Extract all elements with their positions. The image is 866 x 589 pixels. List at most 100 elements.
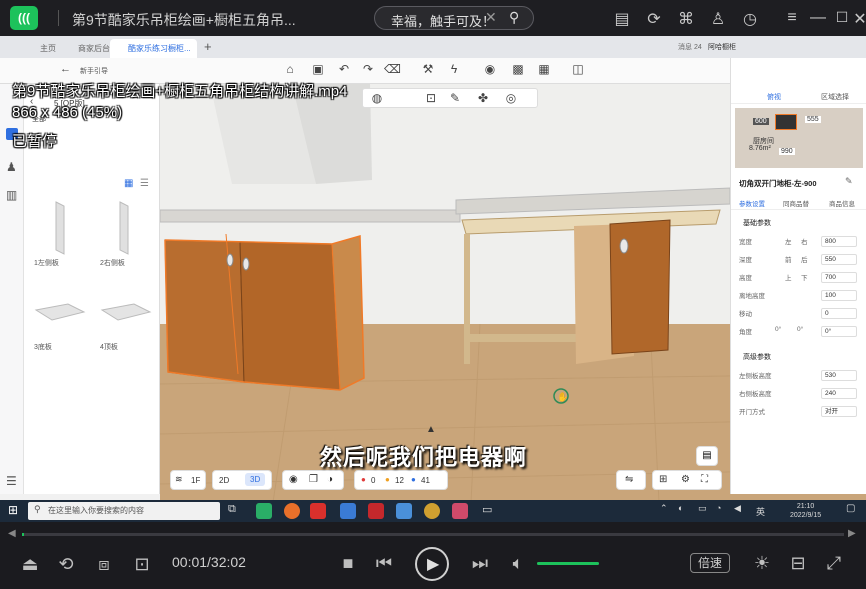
prop-value-input[interactable]: 700 bbox=[821, 272, 857, 283]
fullscreen-icon[interactable]: ⛶ bbox=[701, 474, 708, 485]
prop-opt[interactable]: 前 bbox=[785, 254, 792, 264]
prop-opt[interactable]: 0° bbox=[797, 326, 803, 333]
maximize-icon[interactable]: ☐ bbox=[832, 9, 852, 26]
prop-value-input[interactable]: 240 bbox=[821, 388, 857, 399]
windows-start-icon[interactable]: ⊞ bbox=[8, 503, 18, 517]
notification-icon[interactable]: ▢ bbox=[846, 503, 855, 514]
prop-opt[interactable]: 右 bbox=[801, 236, 808, 246]
minimize-icon[interactable]: — bbox=[808, 9, 828, 27]
compass-icon[interactable]: ◑ bbox=[327, 474, 333, 485]
search-input[interactable]: 幸福，触手可及！ bbox=[391, 11, 495, 30]
tray-network-icon[interactable]: ◔ bbox=[716, 503, 721, 513]
prop-opt[interactable]: 下 bbox=[801, 272, 808, 282]
prop-opt[interactable]: 后 bbox=[801, 254, 808, 264]
floor-selector[interactable]: ≋ 1F bbox=[170, 470, 206, 490]
play-button[interactable]: ▶ bbox=[415, 547, 449, 581]
undo-icon[interactable]: ↶ bbox=[336, 62, 352, 76]
tray-app-icon[interactable]: ◐ bbox=[678, 503, 683, 513]
prev-chapter-icon[interactable]: ◀ bbox=[8, 528, 16, 539]
player-logo-icon[interactable]: ((( bbox=[10, 6, 38, 30]
prop-value-input[interactable]: 0° bbox=[821, 326, 857, 337]
notes-app-icon[interactable] bbox=[396, 503, 412, 519]
prop-opt[interactable]: 上 bbox=[785, 272, 792, 282]
history-icon[interactable]: ◷ bbox=[740, 9, 760, 29]
redo-icon[interactable]: ↷ bbox=[360, 62, 376, 76]
loop-icon[interactable]: ⟲ bbox=[54, 554, 78, 575]
clipboard-icon[interactable]: ▤ bbox=[612, 9, 632, 29]
prop-opt[interactable]: 左 bbox=[785, 236, 792, 246]
camera-icon[interactable]: ◉ bbox=[482, 62, 498, 76]
video-frame[interactable]: ✋ 主页 商家后台 酷家乐练习橱柜... + 消息 24 阿哈橱柜 ← 新手引导… bbox=[0, 36, 866, 522]
eye-icon[interactable]: ◉ bbox=[289, 474, 298, 485]
copy-icon[interactable]: ❐ bbox=[309, 474, 318, 485]
frame-icon[interactable]: ⊡ bbox=[423, 91, 439, 105]
wechat-app-icon[interactable] bbox=[256, 503, 272, 519]
prop-value-input[interactable]: 530 bbox=[821, 370, 857, 381]
refresh-icon[interactable]: ⟳ bbox=[644, 9, 664, 29]
list-view-icon[interactable]: ☰ bbox=[140, 178, 149, 189]
grid-view-icon[interactable]: ▦ bbox=[124, 178, 133, 189]
toolbox-icon[interactable]: ⊟ bbox=[786, 553, 810, 574]
prop-opt[interactable]: 0° bbox=[775, 326, 781, 333]
lightning-icon[interactable]: ϟ bbox=[446, 62, 462, 76]
back-arrow-icon[interactable]: ← bbox=[60, 63, 71, 75]
camera-app-icon[interactable]: ▭ bbox=[482, 503, 492, 516]
tab-replace[interactable]: 同商品替 bbox=[783, 198, 809, 208]
save-icon[interactable]: ▣ bbox=[310, 62, 326, 76]
prop-value-select[interactable]: 对开 bbox=[821, 406, 857, 417]
cabinet-icon[interactable]: ▥ bbox=[6, 188, 17, 202]
search-icon[interactable]: ⚲ bbox=[509, 9, 519, 26]
speed-button[interactable]: 倍速 bbox=[690, 553, 730, 573]
app-icon[interactable] bbox=[424, 503, 440, 519]
tray-battery-icon[interactable]: ▭ bbox=[698, 503, 707, 514]
tab-area-select[interactable]: 区域选择 bbox=[821, 92, 849, 102]
game-app-icon[interactable] bbox=[452, 503, 468, 519]
volume-slider[interactable] bbox=[537, 562, 599, 565]
browser-tab-active[interactable]: 酷家乐练习橱柜... bbox=[110, 39, 197, 58]
view-2d-button[interactable]: 2D bbox=[219, 476, 229, 485]
export-icon[interactable]: ◫ bbox=[570, 62, 586, 76]
tray-expand-icon[interactable]: ⌃ bbox=[660, 503, 668, 514]
autocad-app-icon[interactable] bbox=[368, 503, 384, 519]
menu-icon[interactable]: ≡ bbox=[782, 9, 802, 27]
close-icon[interactable]: ✕ bbox=[850, 9, 866, 29]
next-icon[interactable]: ⏭ bbox=[468, 553, 492, 574]
brightness-icon[interactable]: ☀ bbox=[750, 553, 774, 574]
search-box[interactable]: 幸福，触手可及！ ✕ ⚲ bbox=[374, 6, 534, 30]
screenshot-icon[interactable]: ⧈ bbox=[92, 554, 116, 575]
part-card-right-side[interactable]: 2右侧板 bbox=[94, 198, 154, 268]
wps-app-icon[interactable] bbox=[310, 503, 326, 519]
browser-tab-backend[interactable]: 商家后台 bbox=[60, 39, 116, 58]
image-icon[interactable]: ▩ bbox=[510, 62, 526, 76]
tab-top-view[interactable]: 俯视 bbox=[767, 92, 781, 102]
list-icon[interactable]: ☰ bbox=[6, 474, 17, 488]
new-tab-button[interactable]: + bbox=[204, 39, 212, 54]
minimap[interactable]: 600 555 厨房间 8.76m² 990 bbox=[735, 108, 863, 168]
tab-info[interactable]: 商品信息 bbox=[829, 198, 855, 208]
stop-icon[interactable]: ■ bbox=[336, 553, 360, 574]
fullscreen-toggle-icon[interactable]: ⤢ bbox=[822, 553, 846, 574]
clipboard-float-button[interactable]: ▤ bbox=[696, 446, 718, 466]
eraser-icon[interactable]: ⌫ bbox=[384, 62, 401, 76]
pip-icon[interactable]: ⊡ bbox=[130, 554, 154, 575]
target-icon[interactable]: ◎ bbox=[503, 91, 519, 105]
user-msg[interactable]: 消息 24 bbox=[678, 42, 702, 52]
tray-volume-icon[interactable]: ◀ bbox=[734, 503, 741, 514]
part-card-top[interactable]: 4顶板 bbox=[94, 282, 154, 352]
shirt-icon[interactable]: ♙ bbox=[708, 9, 728, 29]
task-view-icon[interactable]: ⧉ bbox=[228, 503, 236, 516]
guide-link[interactable]: 新手引导 bbox=[80, 66, 108, 76]
share-icon[interactable]: ⌘ bbox=[676, 9, 696, 29]
part-card-bottom[interactable]: 3底板 bbox=[28, 282, 88, 352]
expand-up-icon[interactable]: ▲ bbox=[426, 424, 436, 435]
settings-toggle[interactable]: ⇋ bbox=[616, 470, 646, 490]
part-card-left-side[interactable]: 1左侧板 bbox=[28, 198, 88, 268]
user-name[interactable]: 阿哈橱柜 bbox=[708, 42, 736, 52]
browser-app-icon[interactable] bbox=[340, 503, 356, 519]
taskbar-search-input[interactable]: ⚲ 在这里输入你要搜索的内容 bbox=[28, 502, 220, 520]
next-chapter-icon[interactable]: ▶ bbox=[848, 528, 856, 539]
doc-icon[interactable]: ▦ bbox=[536, 62, 552, 76]
settings-icon[interactable]: ⚙ bbox=[681, 474, 690, 485]
paint-icon[interactable]: ◍ bbox=[369, 91, 385, 105]
person-icon[interactable]: ♟ bbox=[6, 160, 17, 174]
